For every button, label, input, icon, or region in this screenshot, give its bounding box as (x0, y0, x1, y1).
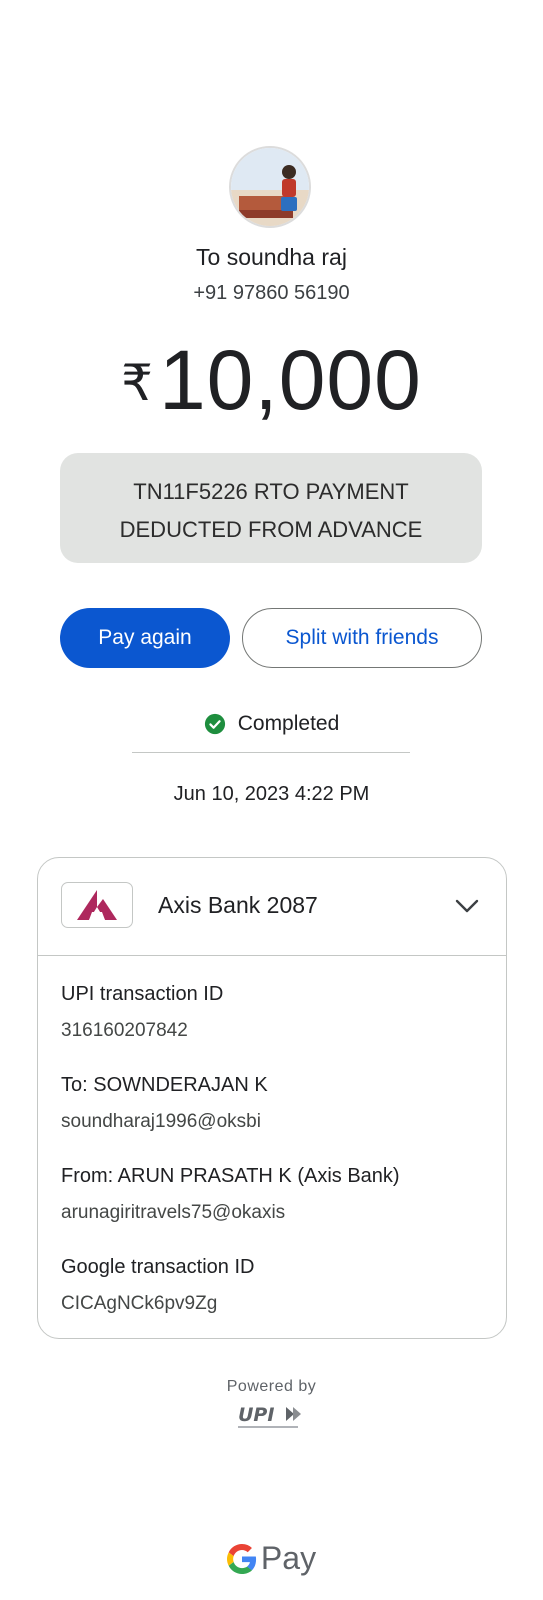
gpay-label: Pay (260, 1540, 317, 1576)
upi-transaction-id-label: UPI transaction ID (61, 983, 224, 1005)
check-circle-icon (204, 713, 225, 735)
from-account-value: arunagiritravels75@okaxis (61, 1202, 286, 1223)
upi-transaction-id-value: 316160207842 (61, 1020, 188, 1041)
recipient-phone: +91 97860 56190 (193, 282, 350, 304)
recipient-avatar (229, 146, 311, 228)
upi-logo-text: UPI (238, 1404, 274, 1426)
chevron-down-icon[interactable] (454, 895, 480, 917)
google-pay-logo: Pay (0, 1540, 543, 1577)
google-g-icon (226, 1543, 256, 1574)
payment-status: Completed (0, 712, 543, 736)
recipient-name: To soundha raj (196, 244, 347, 270)
powered-by-label: Powered by (226, 1378, 317, 1395)
status-label: Completed (237, 712, 340, 735)
pay-again-button[interactable]: Pay again (60, 608, 230, 668)
payment-amount: ₹ 10,000 (0, 338, 543, 422)
bank-account-header[interactable]: Axis Bank 2087 (38, 858, 506, 956)
google-transaction-id-value: CICAgNCk6pv9Zg (61, 1293, 218, 1314)
axis-bank-logo (61, 882, 133, 928)
payment-note: TN11F5226 RTO PAYMENT DEDUCTED FROM ADVA… (60, 453, 482, 563)
amount-value: 10,000 (158, 333, 422, 427)
status-divider (132, 752, 410, 753)
split-with-friends-button[interactable]: Split with friends (242, 608, 482, 668)
to-account-label: To: SOWNDERAJAN K (61, 1074, 268, 1096)
bank-account-name: Axis Bank 2087 (158, 892, 318, 918)
to-account-value: soundharaj1996@oksbi (61, 1111, 261, 1132)
transaction-datetime: Jun 10, 2023 4:22 PM (173, 783, 370, 805)
upi-logo: UPI (238, 1404, 301, 1428)
transaction-details-card: Axis Bank 2087 UPI transaction ID 316160… (37, 857, 507, 1339)
currency-symbol: ₹ (121, 355, 153, 411)
from-account-label: From: ARUN PRASATH K (Axis Bank) (61, 1165, 400, 1187)
google-transaction-id-label: Google transaction ID (61, 1256, 255, 1278)
